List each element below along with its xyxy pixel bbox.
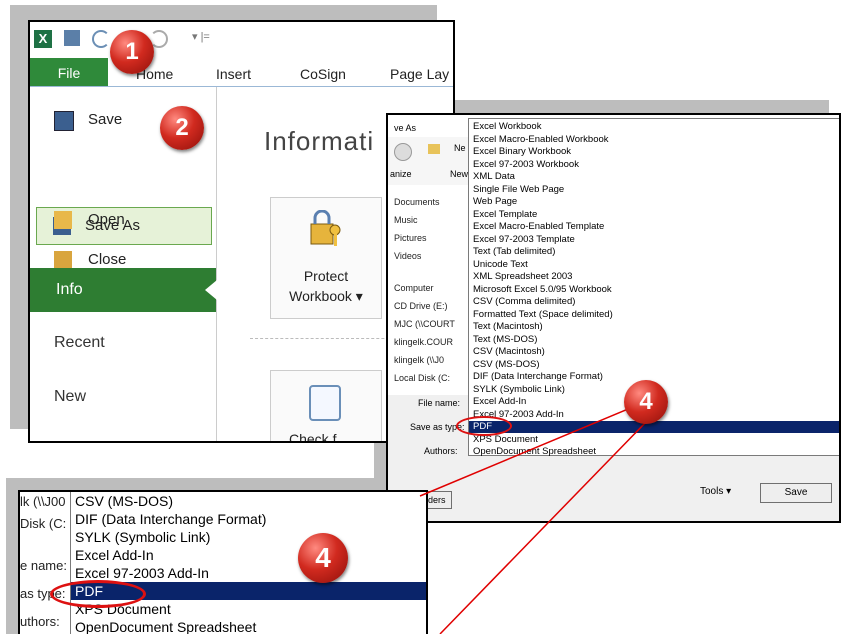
annotation-lines [419, 403, 649, 634]
step-badge-1: 1 [110, 30, 154, 74]
step-badge-4-zoom: 4 [298, 533, 348, 583]
callout-line-1 [419, 403, 641, 497]
callout-line-2 [439, 419, 649, 634]
step-badge-2: 2 [160, 106, 204, 150]
step-badge-4-dialog: 4 [624, 380, 668, 424]
